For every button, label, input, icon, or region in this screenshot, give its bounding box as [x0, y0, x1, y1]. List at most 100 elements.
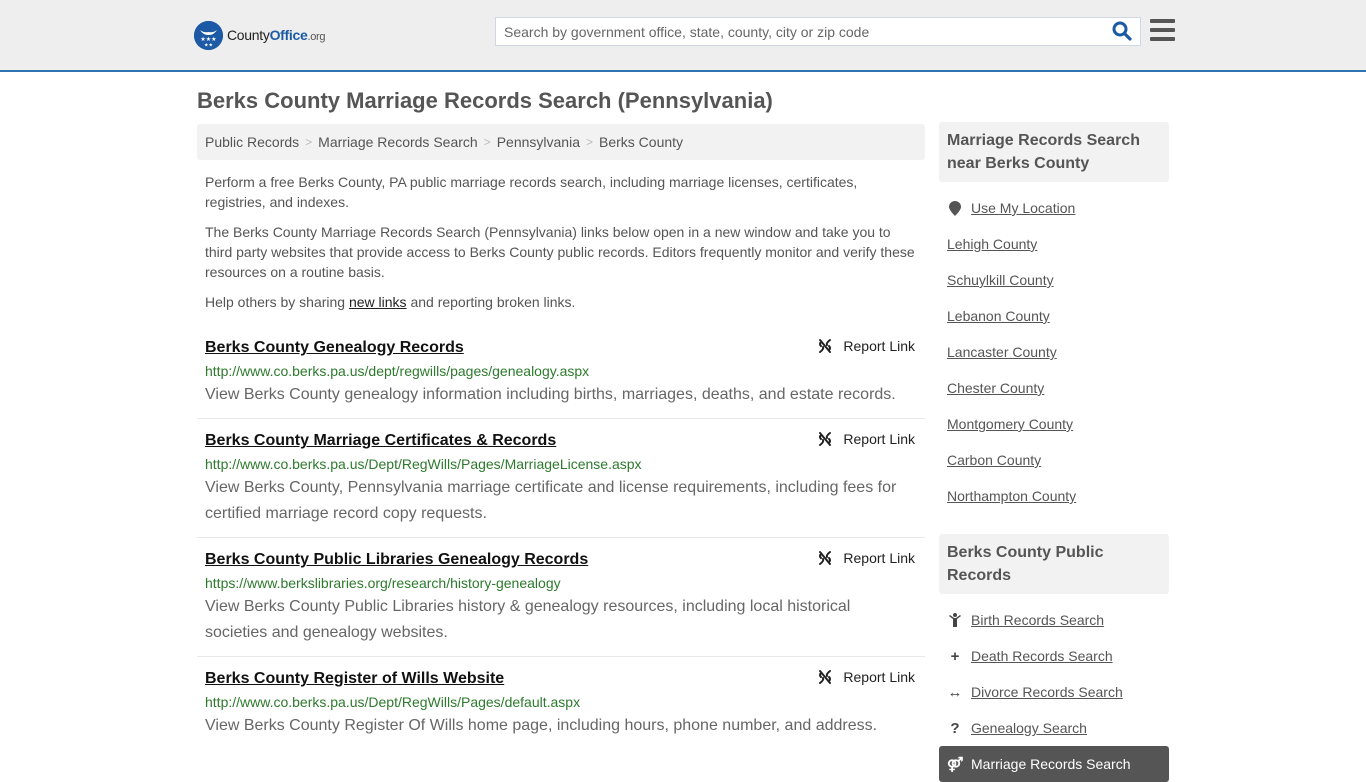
- public-record-item: + Death Records Search: [947, 638, 1161, 674]
- nearby-county-item: Lebanon County: [947, 298, 1161, 334]
- intro-text-span: Help others by sharing: [205, 294, 349, 310]
- map-marker-icon: [947, 200, 963, 216]
- breadcrumb-berks-county[interactable]: Berks County: [599, 134, 683, 150]
- nearby-county-item: Montgomery County: [947, 406, 1161, 442]
- record-item: Berks County Marriage Certificates & Rec…: [197, 419, 925, 538]
- broken-link-icon: [819, 432, 832, 446]
- search-icon: [1112, 21, 1132, 41]
- record-title-link[interactable]: Berks County Marriage Certificates & Rec…: [205, 429, 556, 453]
- genealogy-search-link[interactable]: Genealogy Search: [971, 720, 1087, 736]
- nearby-county-link[interactable]: Northampton County: [947, 488, 1076, 504]
- records-list: Berks County Genealogy Records http://ww…: [197, 332, 925, 777]
- record-item: Berks County Register of Wills Website h…: [197, 657, 925, 777]
- nearby-county-link[interactable]: Lancaster County: [947, 344, 1057, 360]
- record-title-link[interactable]: Berks County Public Libraries Genealogy …: [205, 548, 588, 572]
- logo-text-suffix: .org: [307, 31, 326, 43]
- question-icon: ?: [950, 719, 960, 737]
- site-header: ★★★ ★★ CountyOffice.org: [0, 0, 1366, 72]
- report-link-button[interactable]: Report Link: [817, 550, 915, 566]
- marriage-records-search-active-item[interactable]: ⚤ Marriage Records Search: [939, 746, 1169, 782]
- divorce-records-link[interactable]: Divorce Records Search: [971, 684, 1123, 700]
- breadcrumb-separator: >: [585, 135, 593, 149]
- intro-paragraph-3: Help others by sharing new links and rep…: [205, 292, 917, 312]
- report-link-button[interactable]: Report Link: [817, 338, 915, 354]
- nearby-county-link[interactable]: Carbon County: [947, 452, 1041, 468]
- hamburger-menu-icon[interactable]: [1150, 19, 1175, 41]
- logo-text-prefix: County: [227, 27, 270, 43]
- breadcrumb-separator: >: [483, 135, 491, 149]
- nearby-county-link[interactable]: Schuylkill County: [947, 272, 1054, 288]
- record-description: View Berks County Register Of Wills home…: [205, 717, 878, 734]
- nearby-county-link[interactable]: Lebanon County: [947, 308, 1050, 324]
- broken-link-icon: [819, 670, 832, 684]
- child-icon: [947, 613, 963, 627]
- marriage-symbol-icon: ⚤: [947, 755, 964, 772]
- record-url: http://www.co.berks.pa.us/Dept/RegWills/…: [205, 456, 642, 472]
- report-link-button[interactable]: Report Link: [817, 669, 915, 685]
- breadcrumb-pennsylvania[interactable]: Pennsylvania: [497, 134, 580, 150]
- record-description: View Berks County Public Libraries histo…: [205, 598, 851, 641]
- intro-paragraph-1: Perform a free Berks County, PA public m…: [205, 174, 858, 210]
- nearby-county-item: Northampton County: [947, 478, 1161, 514]
- menu-bar: [1150, 28, 1175, 32]
- report-link-label: Report Link: [843, 431, 915, 447]
- public-records-list: Birth Records Search + Death Records Sea…: [939, 594, 1169, 746]
- nearby-list: Use My Location Lehigh County Schuylkill…: [939, 182, 1169, 514]
- record-title-link[interactable]: Berks County Genealogy Records: [205, 336, 464, 360]
- intro-paragraph-2: The Berks County Marriage Records Search…: [205, 224, 915, 280]
- breadcrumb: Public Records > Marriage Records Search…: [197, 124, 925, 160]
- nearby-county-item: Lehigh County: [947, 226, 1161, 262]
- intro-text-span: and reporting broken links.: [406, 294, 576, 310]
- page-title: Berks County Marriage Records Search (Pe…: [197, 88, 773, 113]
- record-url: http://www.co.berks.pa.us/dept/regwills/…: [205, 363, 590, 379]
- record-url: https://www.berkslibraries.org/research/…: [205, 575, 561, 591]
- nearby-county-link[interactable]: Montgomery County: [947, 416, 1073, 432]
- nearby-county-item: Schuylkill County: [947, 262, 1161, 298]
- svg-text:★★: ★★: [204, 42, 213, 48]
- menu-bar: [1150, 19, 1175, 23]
- use-my-location-link[interactable]: Use My Location: [971, 200, 1075, 216]
- broken-link-icon: [819, 339, 832, 353]
- nearby-county-link[interactable]: Lehigh County: [947, 236, 1037, 252]
- logo-text-main: Office: [269, 27, 308, 43]
- use-my-location-item: Use My Location: [947, 190, 1161, 226]
- public-record-item: ↔ Divorce Records Search: [947, 674, 1161, 710]
- birth-records-link[interactable]: Birth Records Search: [971, 612, 1104, 628]
- record-item: Berks County Genealogy Records http://ww…: [197, 332, 925, 419]
- report-link-button[interactable]: Report Link: [817, 431, 915, 447]
- plus-icon: +: [950, 647, 960, 665]
- intro-text: Perform a free Berks County, PA public m…: [197, 172, 925, 312]
- record-url: http://www.co.berks.pa.us/Dept/RegWills/…: [205, 694, 581, 710]
- nearby-county-item: Lancaster County: [947, 334, 1161, 370]
- sidebar: Marriage Records Search near Berks Count…: [939, 122, 1169, 782]
- breadcrumb-separator: >: [305, 135, 313, 149]
- countyoffice-logo[interactable]: ★★★ ★★ CountyOffice.org: [194, 20, 326, 50]
- report-link-label: Report Link: [843, 338, 915, 354]
- nearby-heading: Marriage Records Search near Berks Count…: [939, 122, 1169, 182]
- public-record-item: ? Genealogy Search: [947, 710, 1161, 746]
- public-records-heading: Berks County Public Records: [939, 534, 1169, 594]
- record-description: View Berks County genealogy information …: [205, 386, 896, 403]
- broken-link-icon: [819, 551, 832, 565]
- nearby-county-link[interactable]: Chester County: [947, 380, 1044, 396]
- eagle-stars-icon: ★★★ ★★: [194, 20, 223, 50]
- menu-bar: [1150, 37, 1175, 41]
- breadcrumb-marriage-records-search[interactable]: Marriage Records Search: [318, 134, 478, 150]
- logo-wordmark: CountyOffice.org: [227, 27, 326, 43]
- search-button[interactable]: [1112, 21, 1134, 43]
- record-item: Berks County Public Libraries Genealogy …: [197, 538, 925, 657]
- death-records-link[interactable]: Death Records Search: [971, 648, 1113, 664]
- record-title-link[interactable]: Berks County Register of Wills Website: [205, 667, 504, 691]
- public-record-item: Birth Records Search: [947, 602, 1161, 638]
- search-bar: [495, 17, 1141, 46]
- public-records-section: Berks County Public Records Birth Record…: [939, 534, 1169, 782]
- report-link-label: Report Link: [843, 550, 915, 566]
- nearby-county-item: Chester County: [947, 370, 1161, 406]
- nearby-county-item: Carbon County: [947, 442, 1161, 478]
- new-links-link[interactable]: new links: [349, 294, 407, 310]
- report-link-label: Report Link: [843, 669, 915, 685]
- marriage-records-search-label: Marriage Records Search: [971, 756, 1131, 772]
- main-content: Public Records > Marriage Records Search…: [197, 124, 925, 777]
- breadcrumb-public-records[interactable]: Public Records: [205, 134, 299, 150]
- search-input[interactable]: [496, 18, 1106, 45]
